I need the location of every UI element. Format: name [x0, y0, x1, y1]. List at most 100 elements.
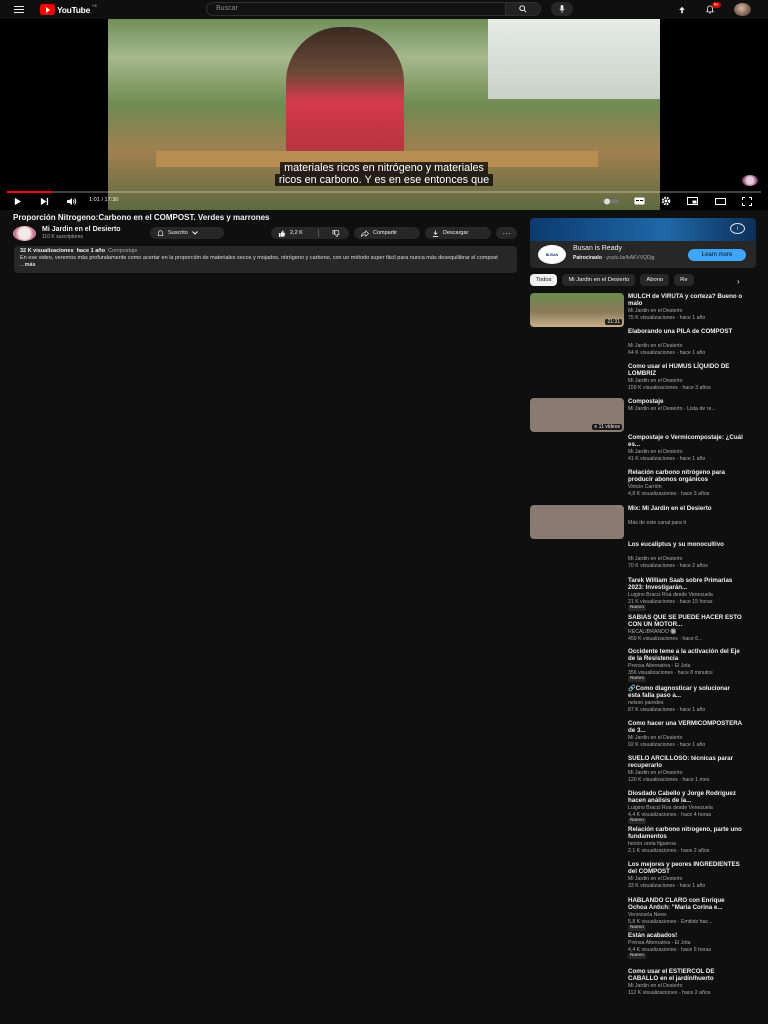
recommendation-title[interactable]: Como usar el ESTIERCOL DE CABALLO en el … [628, 968, 743, 982]
next-button[interactable] [40, 195, 49, 207]
channel-avatar[interactable] [13, 226, 36, 241]
learn-more-button[interactable]: Learn more [688, 249, 746, 261]
recommendation-item[interactable]: Como usar el HUMUS LÍQUIDO DE LOMBRIZ Mi … [530, 363, 758, 395]
recommendation-channel[interactable]: Luigino Bracci Roa desde Venezuela [628, 592, 713, 598]
recommendation-item[interactable]: ≡ 11 vídeos Compostaje Mi Jardin en el Des… [530, 398, 758, 432]
show-more-link[interactable]: más [25, 262, 36, 268]
recommendation-channel[interactable]: Mi Jardin en el Desierto [628, 876, 683, 882]
recommendation-title[interactable]: Están acabados! [628, 932, 743, 939]
channel-name[interactable]: Mi Jardin en el Desierto [42, 226, 121, 233]
recommendation-title[interactable]: Mix: Mi Jardin en el Desierto [628, 505, 743, 512]
video-player[interactable]: materiales ricos en nitrógeno y material… [0, 19, 768, 210]
recommendation-channel[interactable]: Mi Jardin en el Desierto [628, 308, 683, 314]
video-thumbnail[interactable] [530, 505, 624, 539]
recommendation-channel[interactable]: Luigino Bracci Roa desde Venezuela [628, 805, 713, 811]
video-thumbnail[interactable]: 21:31 [530, 293, 624, 327]
theater-mode-button[interactable] [715, 195, 726, 207]
recommendation-title[interactable]: Como usar el HUMUS LÍQUIDO DE LOMBRIZ [628, 363, 743, 377]
recommendation-channel[interactable]: Mi Jardin en el Desierto [628, 983, 683, 989]
ad-banner[interactable] [530, 218, 756, 241]
recommendation-channel[interactable]: Prensa Alternativa - El Jota [628, 663, 691, 669]
progress-bar[interactable] [7, 191, 761, 193]
autoplay-toggle[interactable] [603, 195, 619, 207]
recommendation-title[interactable]: Los mejores y peores INGREDIENTES del CO… [628, 861, 743, 875]
recommendation-item[interactable]: Elaborando una PILA de COMPOST Mi Jardin … [530, 328, 758, 360]
settings-button[interactable] [661, 195, 671, 207]
recommendation-item[interactable]: Como usar el ESTIERCOL DE CABALLO en el … [530, 968, 758, 1000]
recommendation-channel[interactable]: Mi Jardin en el Desierto [628, 378, 683, 384]
video-thumbnail[interactable]: ≡ 11 vídeos [530, 398, 624, 432]
upload-icon[interactable] [675, 3, 689, 16]
recommendation-channel[interactable]: RECALIBRANDO 🔘 [628, 629, 677, 635]
recommendation-channel[interactable]: Mi Jardin en el Desierto [628, 343, 683, 349]
recommendation-title[interactable]: 🔗Como diagnosticar y solucionar esta fal… [628, 685, 743, 699]
recommendation-title[interactable]: Relación carbono nitrógeno para producir… [628, 469, 743, 483]
chevron-right-icon[interactable]: › [737, 277, 740, 286]
recommendation-item[interactable]: Como hacer una VERMICOMPOSTERA de 3... Mi… [530, 720, 758, 752]
recommendation-item[interactable]: SUELO ARCILLOSO: técnicas parar recupera… [530, 755, 758, 787]
recommendation-channel[interactable]: Mi Jardin en el Desierto · Lista de re..… [628, 406, 716, 412]
recommendation-title[interactable]: SUELO ARCILLOSO: técnicas parar recupera… [628, 755, 743, 769]
recommendation-title[interactable]: Compostaje o Vermicompostaje: ¿Cuál es..… [628, 434, 743, 448]
tag-link[interactable]: Compostaje [108, 248, 137, 254]
play-button[interactable] [13, 195, 22, 207]
recommendation-channel[interactable]: Mi Jardin en el Desierto [628, 770, 683, 776]
recommendation-item[interactable]: Occidente teme a la activación del Eje d… [530, 648, 758, 682]
recommendation-item[interactable]: 21:31 MULCH de VIRUTA y corteza? Bueno o … [530, 293, 758, 327]
more-actions-icon[interactable]: ··· [496, 227, 517, 239]
recommendation-title[interactable]: HABLANDO CLARO con Enrique Ochoa Antich:… [628, 897, 743, 911]
recommendation-channel[interactable]: Más de este canal para ti [628, 520, 686, 526]
dislike-button[interactable] [323, 229, 349, 237]
recommendation-item[interactable]: Los eucaliptus y su monocultivo Mi Jardin… [530, 541, 758, 573]
recommendation-channel[interactable]: Mi Jardin en el Desierto [628, 449, 683, 455]
description-box[interactable]: 32 K visualizaciones hace 1 año Composta… [14, 246, 517, 273]
chip-more[interactable]: Re [674, 274, 694, 286]
sponsored-ad[interactable]: i BUSAN Busan is Ready Patrocinado · you… [530, 218, 756, 268]
recommendation-item[interactable]: SABIAS QUE SE PUEDE HACER ESTO CON UN MO… [530, 614, 758, 646]
recommendation-channel[interactable]: Vinicio Carrión [628, 484, 662, 490]
recommendation-channel[interactable]: hector ureta figueroa [628, 841, 676, 847]
channel-watermark[interactable] [742, 175, 758, 186]
search-button[interactable] [505, 2, 541, 16]
recommendation-item[interactable]: Tarek William Saab sobre Primarias 2023:… [530, 577, 758, 611]
voice-search-button[interactable] [551, 2, 573, 16]
chip-abono[interactable]: Abono [640, 274, 670, 286]
recommendation-item[interactable]: Relación carbono nitrogeno, parte uno fu… [530, 826, 758, 858]
like-button[interactable]: 2,2 K [271, 229, 319, 237]
recommendation-title[interactable]: Diosdado Cabello y Jorge Rodríguez hacen… [628, 790, 743, 804]
ad-info-icon[interactable]: i [730, 223, 745, 234]
recommendation-item[interactable]: Compostaje o Vermicompostaje: ¿Cuál es..… [530, 434, 758, 466]
recommendation-item[interactable]: Mix: Mi Jardin en el Desierto Más de este… [530, 505, 758, 539]
recommendation-channel[interactable]: nelson paredes [628, 700, 663, 706]
recommendation-title[interactable]: Compostaje [628, 398, 743, 405]
recommendation-title[interactable]: Relación carbono nitrogeno, parte uno fu… [628, 826, 743, 840]
recommendation-title[interactable]: MULCH de VIRUTA y corteza? Bueno o malo [628, 293, 743, 307]
recommendation-channel[interactable]: Mi Jardin en el Desierto [628, 556, 683, 562]
menu-icon[interactable] [12, 3, 26, 16]
subtitles-button[interactable] [634, 195, 645, 207]
recommendation-title[interactable]: Los eucaliptus y su monocultivo [628, 541, 743, 548]
recommendation-title[interactable]: Elaborando una PILA de COMPOST [628, 328, 743, 335]
fullscreen-button[interactable] [742, 195, 752, 207]
recommendation-item[interactable]: 🔗Como diagnosticar y solucionar esta fal… [530, 685, 758, 717]
recommendation-item[interactable]: Los mejores y peores INGREDIENTES del CO… [530, 861, 758, 893]
recommendation-title[interactable]: Occidente teme a la activación del Eje d… [628, 648, 743, 662]
miniplayer-button[interactable] [687, 195, 698, 207]
recommendation-item[interactable]: HABLANDO CLARO con Enrique Ochoa Antich:… [530, 897, 758, 931]
recommendation-item[interactable]: Relación carbono nitrógeno para producir… [530, 469, 758, 501]
recommendation-item[interactable]: Diosdado Cabello y Jorge Rodríguez hacen… [530, 790, 758, 824]
recommendation-title[interactable]: Como hacer una VERMICOMPOSTERA de 3... [628, 720, 743, 734]
share-button[interactable]: Compartir [354, 227, 420, 239]
recommendation-title[interactable]: SABIAS QUE SE PUEDE HACER ESTO CON UN MO… [628, 614, 743, 628]
youtube-logo[interactable]: YouTube VE [40, 3, 97, 15]
search-input[interactable]: Buscar [206, 2, 505, 16]
recommendation-channel[interactable]: Prensa Alternativa - El Jota [628, 940, 691, 946]
account-avatar[interactable] [734, 3, 751, 16]
download-button[interactable]: Descargar [425, 227, 491, 239]
recommendation-channel[interactable]: Venezuela News [628, 912, 667, 918]
recommendation-item[interactable]: Están acabados! Prensa Alternativa - El J… [530, 932, 758, 964]
recommendation-title[interactable]: Tarek William Saab sobre Primarias 2023:… [628, 577, 743, 591]
subscribed-button[interactable]: Suscrito [150, 227, 224, 239]
volume-button[interactable] [66, 195, 77, 207]
chip-channel[interactable]: Mi Jardin en el Desierto [562, 274, 636, 286]
